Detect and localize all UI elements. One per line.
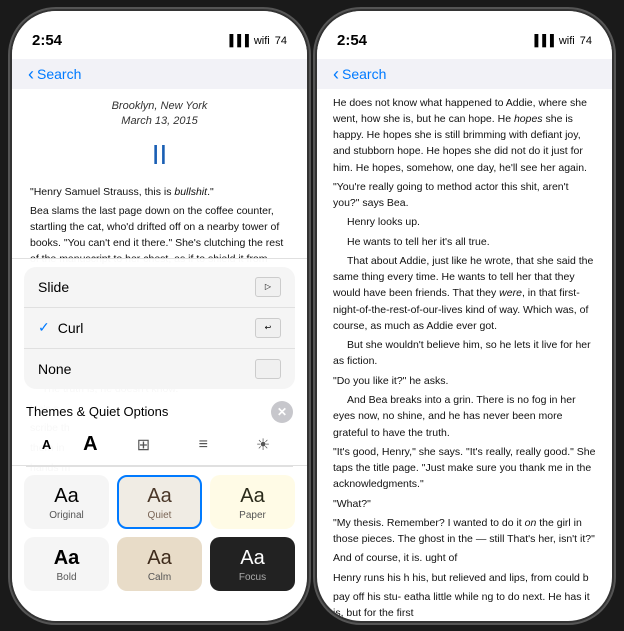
chapter-number: II [30,133,289,176]
bold-label: Bold [36,572,97,583]
quiet-options-label: Quiet Options [89,404,169,419]
right-para-8: And Bea breaks into a grin. There is no … [333,392,596,441]
right-para-7: "Do you like it?" he asks. [333,373,596,389]
none-label: None [38,361,71,377]
transition-none[interactable]: None [24,349,295,389]
nav-bar-left: ‹ Search [12,59,307,89]
phones-container: 2:54 ▐▐▐ wifi 74 ‹ Search Brooklyn, New … [12,11,612,621]
back-label-left: Search [37,66,81,82]
status-bar-left: 2:54 ▐▐▐ wifi 74 [12,11,307,59]
left-phone: 2:54 ▐▐▐ wifi 74 ‹ Search Brooklyn, New … [12,11,307,621]
focus-label: Focus [222,572,283,583]
book-para-1: "Henry Samuel Strauss, this is bullshit.… [30,185,289,201]
right-para-6: But she wouldn't believe him, so he lets… [333,337,596,370]
theme-paper[interactable]: Aa Paper [210,475,295,529]
theme-original[interactable]: Aa Original [24,475,109,529]
nav-bar-right: ‹ Search [317,59,612,89]
right-para-3: Henry looks up. [333,214,596,230]
theme-calm[interactable]: Aa Calm [117,537,202,591]
theme-bold[interactable]: Aa Bold [24,537,109,591]
themes-header: Themes & Quiet Options ✕ [12,395,307,427]
right-para-11: "My thesis. Remember? I wanted to do it … [333,515,596,548]
original-label: Original [36,510,97,521]
none-icon [255,359,281,379]
right-para-12: And of course, it is. ught of [333,550,596,566]
paper-label: Paper [222,510,283,521]
right-para-13: Henry runs his h his, but relieved and l… [333,570,596,586]
calm-aa: Aa [129,547,190,570]
back-icon-right: ‹ [333,65,339,83]
themes-title: Themes & Quiet Options [26,404,168,419]
back-icon-left: ‹ [28,65,34,83]
time-left: 2:54 [32,32,62,49]
transition-curl[interactable]: ✓ Curl ↩ [24,308,295,349]
focus-aa: Aa [222,547,283,570]
right-para-10: "What?" [333,496,596,512]
right-book-content: He does not know what happened to Addie,… [317,89,612,621]
font-increase-button[interactable]: A [83,433,97,456]
brightness-button[interactable]: ☀ [249,431,277,459]
font-style-button[interactable]: ⊞ [129,431,157,459]
slide-label: Slide [38,279,69,295]
battery-right: 74 [580,35,592,47]
bold-aa: Aa [36,547,97,570]
status-icons-right: ▐▐▐ wifi 74 [530,35,592,47]
right-phone: 2:54 ▐▐▐ wifi 74 ‹ Search He does not kn… [317,11,612,621]
quiet-aa: Aa [129,485,190,508]
bottom-panel: Slide ▷ ✓ Curl ↩ None [12,258,307,621]
battery-left: 74 [275,35,287,47]
quiet-label: Quiet [129,510,190,521]
right-para-5: That about Addie, just like he wrote, th… [333,253,596,334]
status-bar-right: 2:54 ▐▐▐ wifi 74 [317,11,612,59]
paper-aa: Aa [222,485,283,508]
back-button-left[interactable]: ‹ Search [28,65,81,83]
signal-icon-right: ▐▐▐ [530,35,553,47]
theme-quiet[interactable]: Aa Quiet [117,475,202,529]
transition-menu: Slide ▷ ✓ Curl ↩ None [24,267,295,389]
book-location: Brooklyn, New YorkMarch 13, 2015 [30,99,289,130]
right-para-2: "You're really going to method actor thi… [333,179,596,212]
curl-checkmark: ✓ [38,319,50,336]
theme-grid: Aa Original Aa Quiet Aa Paper [12,467,307,601]
back-button-right[interactable]: ‹ Search [333,65,386,83]
aa-controls: A A ⊞ ≡ ☀ [12,427,307,466]
curl-icon: ↩ [255,318,281,338]
calm-label: Calm [129,572,190,583]
time-right: 2:54 [337,32,367,49]
wifi-icon-right: wifi [559,35,575,47]
signal-icon: ▐▐▐ [225,35,248,47]
transition-slide[interactable]: Slide ▷ [24,267,295,308]
curl-label: Curl [58,320,84,336]
original-aa: Aa [36,485,97,508]
right-para-14: pay off his stu- eatha little while ng t… [333,589,596,621]
right-para-4: He wants to tell her it's all true. [333,234,596,250]
status-icons-left: ▐▐▐ wifi 74 [225,35,287,47]
right-para-9: "It's good, Henry," she says. "It's real… [333,444,596,493]
layout-button[interactable]: ≡ [189,431,217,459]
book-header: Brooklyn, New YorkMarch 13, 2015 II [30,99,289,177]
slide-icon: ▷ [255,277,281,297]
right-para-1: He does not know what happened to Addie,… [333,95,596,176]
theme-focus[interactable]: Aa Focus [210,537,295,591]
back-label-right: Search [342,66,386,82]
font-decrease-button[interactable]: A [42,437,51,452]
close-button[interactable]: ✕ [271,401,293,423]
wifi-icon: wifi [254,35,270,47]
